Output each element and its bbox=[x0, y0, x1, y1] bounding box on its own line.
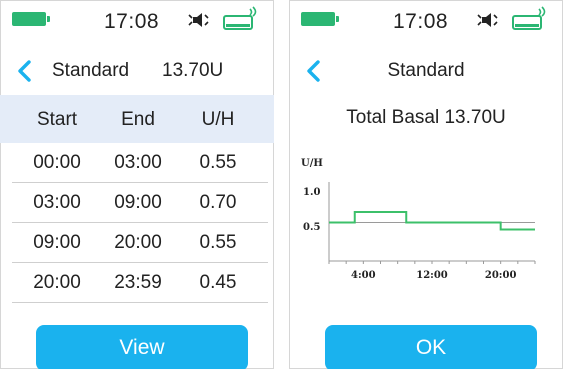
y-tick-label: 0.5 bbox=[303, 222, 320, 233]
basal-table-screen: 17:08 Standard 13.70U Start End U/H 00:0… bbox=[0, 0, 274, 369]
screen-header: Standard bbox=[289, 44, 563, 96]
column-header-end: End bbox=[121, 109, 155, 130]
total-basal-label: Total Basal 13.70U bbox=[346, 107, 506, 128]
pump-connected-icon bbox=[223, 6, 257, 30]
row-end: 20:00 bbox=[114, 232, 162, 253]
x-tick-label: 20:00 bbox=[485, 270, 517, 281]
x-tick-label: 4:00 bbox=[351, 270, 376, 281]
row-start: 09:00 bbox=[33, 232, 81, 253]
row-start: 20:00 bbox=[33, 272, 81, 293]
speaker-muted-icon bbox=[188, 13, 209, 27]
speaker-muted-icon bbox=[477, 13, 498, 27]
row-end: 23:59 bbox=[114, 272, 162, 293]
status-bar: 17:08 bbox=[0, 0, 274, 40]
row-start: 03:00 bbox=[33, 192, 81, 213]
basal-chart-screen: 17:08 Standard Total Basal 13.70U U/H 1.0… bbox=[289, 0, 563, 369]
row-rate: 0.55 bbox=[199, 232, 237, 253]
row-end: 09:00 bbox=[114, 192, 162, 213]
table-row[interactable]: 20:00 23:59 0.45 bbox=[0, 263, 274, 303]
table-row[interactable]: 00:00 03:00 0.55 bbox=[0, 143, 274, 183]
x-tick-label: 12:00 bbox=[416, 270, 448, 281]
row-rate: 0.70 bbox=[199, 192, 237, 213]
row-divider bbox=[12, 302, 268, 303]
row-rate: 0.55 bbox=[199, 152, 237, 173]
row-start: 00:00 bbox=[33, 152, 81, 173]
view-button[interactable]: View bbox=[36, 325, 248, 369]
ok-button[interactable]: OK bbox=[325, 325, 537, 369]
column-header-start: Start bbox=[36, 109, 78, 130]
y-tick-label: 1.0 bbox=[303, 187, 320, 198]
profile-title: Standard bbox=[387, 60, 465, 81]
screen-header: Standard 13.70U bbox=[0, 44, 274, 96]
profile-total: 13.70U bbox=[162, 60, 224, 81]
table-row[interactable]: 09:00 20:00 0.55 bbox=[0, 223, 274, 263]
battery-full-icon bbox=[301, 12, 339, 26]
status-bar: 17:08 bbox=[289, 0, 563, 40]
row-rate: 0.45 bbox=[199, 272, 237, 293]
basal-rate-chart: U/H 1.0 0.5 4:00 12:00 20:00 bbox=[301, 158, 536, 281]
battery-full-icon bbox=[12, 12, 50, 26]
status-time: 17:08 bbox=[393, 10, 449, 33]
column-header-rate: U/H bbox=[201, 109, 235, 130]
table-row[interactable]: 03:00 09:00 0.70 bbox=[0, 183, 274, 223]
profile-title: Standard bbox=[52, 60, 130, 81]
status-time: 17:08 bbox=[104, 10, 160, 33]
basal-rate-series bbox=[329, 211, 535, 231]
row-end: 03:00 bbox=[114, 152, 162, 173]
table-header: Start End U/H bbox=[0, 95, 274, 143]
y-axis-label: U/H bbox=[301, 158, 323, 169]
pump-connected-icon bbox=[512, 6, 546, 30]
chevron-left-icon[interactable] bbox=[16, 60, 32, 82]
